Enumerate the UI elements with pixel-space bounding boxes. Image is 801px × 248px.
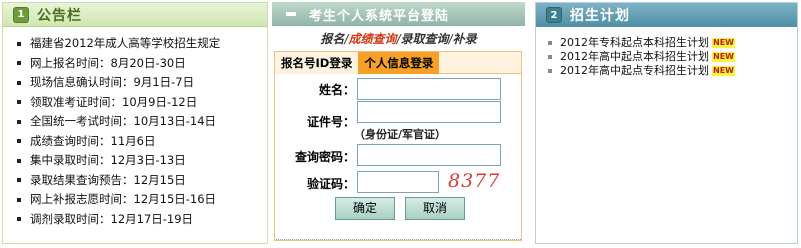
- bullet-icon: [17, 217, 21, 222]
- announcement-header: 1 公告栏: [3, 3, 267, 27]
- bullet-icon: [17, 100, 21, 105]
- login-form: 报名号ID登录 个人信息登录 姓名： 证件号： （身份证/军官证） 查询密码： …: [274, 51, 522, 241]
- announcement-item[interactable]: 集中录取时间：12月3日-13日: [17, 151, 267, 171]
- announcement-item[interactable]: 调剂录取时间：12月17日-19日: [17, 210, 267, 230]
- enrollment-plan-header: 2 招生计划: [536, 3, 797, 27]
- plan-item[interactable]: 2012年高中起点专科招生计划 NEW: [548, 64, 797, 78]
- link-score-query[interactable]: 成绩查询: [348, 32, 396, 46]
- announcement-item[interactable]: 录取结果查询预告：12月15日: [17, 171, 267, 191]
- tab-personal-info-login[interactable]: 个人信息登录: [358, 52, 440, 74]
- number-badge-icon: 1: [13, 6, 29, 23]
- bullet-icon: [17, 119, 21, 124]
- confirm-button[interactable]: 确定: [335, 197, 395, 220]
- bar-icon: [286, 12, 296, 16]
- divider: [276, 239, 521, 240]
- name-label: 姓名：: [318, 83, 355, 97]
- query-links: 报名/成绩查询/录取查询/补录: [272, 31, 525, 48]
- password-input[interactable]: [357, 144, 501, 166]
- name-input[interactable]: [357, 78, 501, 100]
- number-badge-icon: 2: [546, 7, 562, 23]
- announcement-list: 福建省2012年成人高等学校招生规定 网上报名时间：8月20日-30日 现场信息…: [3, 27, 267, 229]
- bullet-icon: [17, 80, 21, 85]
- id-hint: （身份证/军官证）: [354, 128, 447, 141]
- captcha-input[interactable]: [357, 171, 439, 193]
- bullet-icon: [17, 197, 21, 202]
- bullet-icon: [17, 139, 21, 144]
- enrollment-plan-list: 2012年专科起点本科招生计划 NEW 2012年高中起点本科招生计划 NEW 20…: [536, 27, 797, 78]
- link-admission-query[interactable]: 录取查询: [401, 32, 449, 46]
- id-input[interactable]: [357, 101, 501, 123]
- bullet-icon: [17, 158, 21, 163]
- login-tabs: 报名号ID登录 个人信息登录: [275, 51, 521, 74]
- plan-item[interactable]: 2012年高中起点本科招生计划 NEW: [548, 50, 797, 64]
- announcement-title: 公告栏: [37, 7, 82, 24]
- bullet-icon: [17, 41, 21, 46]
- announcement-item[interactable]: 成绩查询时间：11月6日: [17, 132, 267, 152]
- new-badge-icon: NEW: [712, 66, 735, 76]
- login-panel: 考生个人系统平台登陆 报名/成绩查询/录取查询/补录 报名号ID登录 个人信息登…: [272, 2, 525, 244]
- new-badge-icon: NEW: [712, 38, 735, 48]
- link-register[interactable]: 报名: [320, 32, 344, 46]
- bullet-icon: [548, 55, 552, 59]
- announcement-item[interactable]: 全国统一考试时间：10月13日-14日: [17, 112, 267, 132]
- announcement-item[interactable]: 网上报名时间：8月20日-30日: [17, 54, 267, 74]
- announcement-item[interactable]: 领取准考证时间：10月9日-12日: [17, 93, 267, 113]
- login-title: 考生个人系统平台登陆: [309, 8, 450, 24]
- captcha-image[interactable]: 8377: [448, 170, 500, 192]
- new-badge-icon: NEW: [712, 52, 735, 62]
- bullet-icon: [17, 61, 21, 66]
- announcement-panel: 1 公告栏 福建省2012年成人高等学校招生规定 网上报名时间：8月20日-30…: [2, 2, 268, 244]
- link-supplement[interactable]: 补录: [453, 32, 477, 46]
- captcha-label: 验证码：: [306, 177, 355, 191]
- announcement-item[interactable]: 福建省2012年成人高等学校招生规定: [17, 34, 267, 54]
- enrollment-plan-panel: 2 招生计划 2012年专科起点本科招生计划 NEW 2012年高中起点本科招生计…: [535, 2, 798, 244]
- announcement-item[interactable]: 网上补报志愿时间：12月15日-16日: [17, 190, 267, 210]
- enrollment-plan-title: 招生计划: [570, 8, 630, 24]
- bullet-icon: [17, 178, 21, 183]
- bullet-icon: [548, 41, 552, 45]
- plan-item[interactable]: 2012年专科起点本科招生计划 NEW: [548, 36, 797, 50]
- tab-id-login[interactable]: 报名号ID登录: [275, 52, 359, 74]
- login-header: 考生个人系统平台登陆: [272, 2, 525, 26]
- id-label: 证件号：: [306, 115, 355, 129]
- cancel-button[interactable]: 取消: [405, 197, 465, 220]
- announcement-item[interactable]: 现场信息确认时间：9月1日-7日: [17, 73, 267, 93]
- bullet-icon: [548, 69, 552, 73]
- password-label: 查询密码：: [294, 150, 355, 164]
